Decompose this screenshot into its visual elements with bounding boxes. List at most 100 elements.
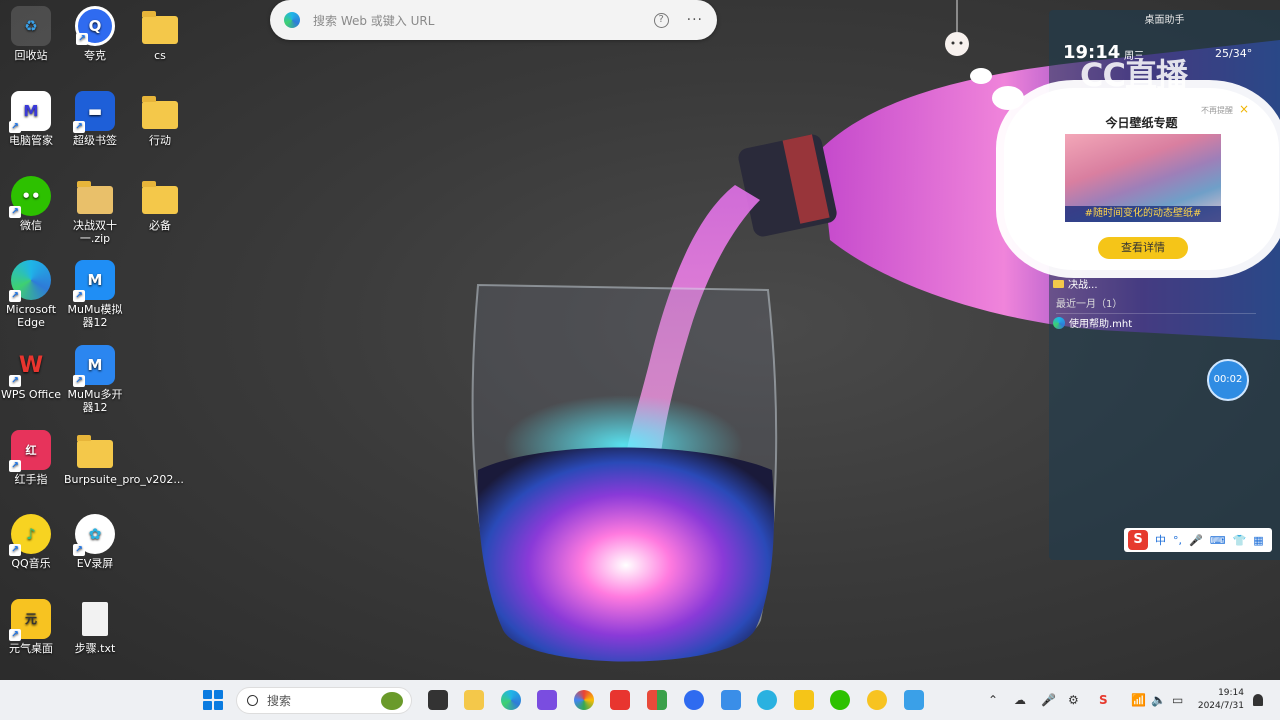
edge-icon [284, 12, 300, 28]
zip-folder-icon [75, 176, 115, 216]
desktop-icon-folder-action[interactable]: 行动 [129, 91, 191, 147]
onedrive-icon[interactable]: ☁ [1014, 680, 1026, 720]
search-highlight-icon [381, 692, 403, 710]
ime-punctuation-toggle[interactable]: °, [1173, 534, 1182, 547]
redfinger-icon: 红 ↗ [9, 430, 51, 472]
desktop-icon-yuanqi[interactable]: 元 ↗ 元气桌面 [0, 599, 62, 655]
desktop-icon-folder-cs[interactable]: cs [129, 6, 191, 62]
desktop-icon-label: 步骤.txt [74, 642, 116, 655]
desktop-icon-redfinger[interactable]: 红 ↗ 红手指 [0, 430, 62, 486]
wallpaper-thumbnail[interactable]: #随时间变化的动态壁纸# [1065, 134, 1221, 222]
search-icon [247, 695, 258, 706]
wps-icon: W ↗ [9, 345, 51, 387]
thumbnail-caption: #随时间变化的动态壁纸# [1065, 206, 1221, 222]
mumu-emulator-icon: M ↗ [73, 260, 115, 302]
qq-music-icon[interactable] [867, 690, 887, 710]
notification-bell-icon[interactable] [1253, 694, 1263, 706]
wifi-icon[interactable]: 📶 [1131, 680, 1146, 720]
assistant-title: 桌面助手 [1144, 15, 1185, 26]
start-button[interactable] [203, 690, 223, 710]
keyboard-icon[interactable]: ⌨ [1210, 534, 1226, 547]
assistant-recent-file-label: 使用帮助.mht [1069, 319, 1133, 330]
more-options-icon[interactable]: ··· [687, 12, 703, 28]
desktop-icon-label: MuMu多开器12 [67, 388, 123, 414]
desktop-icon-label: Burpsuite_pro_v202... [64, 473, 184, 486]
desktop-icon-quark[interactable]: Q ↗ 夸克 [64, 6, 126, 62]
taskbar-search-box[interactable]: 搜索 [236, 687, 412, 714]
help-icon[interactable]: ? [653, 12, 669, 28]
assistant-recent-file[interactable]: 使用帮助.mht [1053, 315, 1132, 330]
desktop-icon-mumu-multi[interactable]: M ↗ MuMu多开器12 [64, 345, 126, 414]
chrome-icon[interactable] [574, 690, 594, 710]
battery-icon[interactable]: ▭ [1172, 680, 1183, 720]
assistant-folder-label: 决战... [1068, 280, 1098, 291]
desktop-icon-label: EV录屏 [76, 557, 114, 570]
desktop-icon-folder-essentials[interactable]: 必备 [129, 176, 191, 232]
volume-icon[interactable]: 🔈 [1151, 680, 1166, 720]
sogou-tray-icon[interactable]: S [1099, 680, 1108, 720]
desktop-icon-super-bookmark[interactable]: ▬ ↗ 超级书签 [64, 91, 126, 147]
microphone-icon[interactable]: 🎤 [1189, 534, 1203, 547]
desktop-icon-label: WPS Office [0, 388, 62, 401]
app-doc-icon[interactable] [721, 690, 741, 710]
notepad-icon[interactable] [904, 690, 924, 710]
app-purple-icon[interactable] [537, 690, 557, 710]
assistant-folder-item[interactable]: 决战... [1053, 276, 1098, 291]
task-view-icon[interactable] [428, 690, 448, 710]
recording-timer[interactable]: 00:02 [1207, 359, 1249, 401]
desktop-icon-mumu-emulator[interactable]: M ↗ MuMu模拟器12 [64, 260, 126, 329]
search-input[interactable]: 搜索 Web 或键入 URL [313, 12, 654, 29]
desktop-icon-recycle-bin[interactable]: ♻ 回收站 [0, 6, 62, 62]
desktop-icon-wps[interactable]: W ↗ WPS Office [0, 345, 62, 401]
wps-icon[interactable] [610, 690, 630, 710]
bookmark-icon: ▬ ↗ [73, 91, 115, 133]
show-hidden-icons[interactable]: ⌃ [988, 680, 998, 720]
desktop-icon-label: 回收站 [14, 49, 48, 62]
ev-recorder-icon: ✿ ↗ [73, 514, 115, 556]
quark-icon[interactable] [684, 690, 704, 710]
folder-icon [140, 91, 180, 131]
microphone-icon[interactable]: 🎤 [1041, 680, 1056, 720]
desktop-icon-label: 红手指 [14, 473, 48, 486]
app-q-icon[interactable] [794, 690, 814, 710]
view-details-button[interactable]: 查看详情 [1098, 237, 1188, 259]
ev-recorder-icon[interactable] [757, 690, 777, 710]
sogou-logo-icon[interactable]: S [1128, 530, 1148, 550]
desktop-icon-label: 必备 [149, 219, 171, 232]
desktop-icon-label: Microsoft Edge [5, 303, 57, 329]
mumu-multi-icon: M ↗ [73, 345, 115, 387]
qq-music-icon: ♪ ↗ [9, 514, 51, 556]
desktop-icon-steps-txt[interactable]: 步骤.txt [64, 599, 126, 655]
desktop-icon-label: MuMu模拟器12 [67, 303, 123, 329]
desktop-icon-edge[interactable]: ↗ Microsoft Edge [0, 260, 62, 329]
wallpaper-popup: 不再提醒 × 今日壁纸专题 #随时间变化的动态壁纸# 查看详情 [1004, 88, 1279, 270]
system-clock[interactable]: 19:14 2024/7/31 [1196, 687, 1244, 713]
desktop-icon-qq-music[interactable]: ♪ ↗ QQ音乐 [0, 514, 62, 570]
toolbox-icon[interactable]: ▦ [1253, 534, 1263, 547]
desktop-icon-wechat[interactable]: •• ↗ 微信 [0, 176, 62, 232]
wechat-icon[interactable] [830, 690, 850, 710]
pc-manager-icon: M ↗ [9, 91, 51, 133]
edge-icon: ↗ [9, 260, 51, 302]
quark-browser-icon: Q ↗ [75, 6, 115, 46]
file-explorer-icon[interactable] [464, 690, 484, 710]
app-grid-icon[interactable] [647, 690, 667, 710]
desktop-icon-label: 夸克 [84, 49, 106, 62]
taskbar-search-label: 搜索 [267, 694, 292, 708]
desktop-icon-folder-burpsuite[interactable]: Burpsuite_pro_v202... [64, 430, 184, 486]
desktop-icon-pc-manager[interactable]: M ↗ 电脑管家 [0, 91, 62, 147]
skin-icon[interactable]: 👕 [1233, 534, 1247, 547]
text-file-icon [75, 599, 115, 639]
desktop-icon-zip[interactable]: 决战双十一.zip [64, 176, 126, 245]
ime-mode-toggle[interactable]: 中 [1155, 532, 1166, 548]
desktop-icon-label: 决战双十一.zip [73, 219, 117, 245]
yuanqi-desktop-icon: 元 ↗ [9, 599, 51, 641]
folder-icon [75, 430, 115, 470]
edge-icon[interactable] [501, 690, 521, 710]
wechat-icon: •• ↗ [9, 176, 51, 218]
browser-search-bar[interactable]: 搜索 Web 或键入 URL ? ··· [270, 0, 717, 40]
desktop-icon-ev-recorder[interactable]: ✿ ↗ EV录屏 [64, 514, 126, 570]
desktop-icon-label: 电脑管家 [9, 134, 53, 147]
desktop-icon-label: cs [154, 49, 166, 62]
settings-icon[interactable]: ⚙ [1068, 680, 1079, 720]
